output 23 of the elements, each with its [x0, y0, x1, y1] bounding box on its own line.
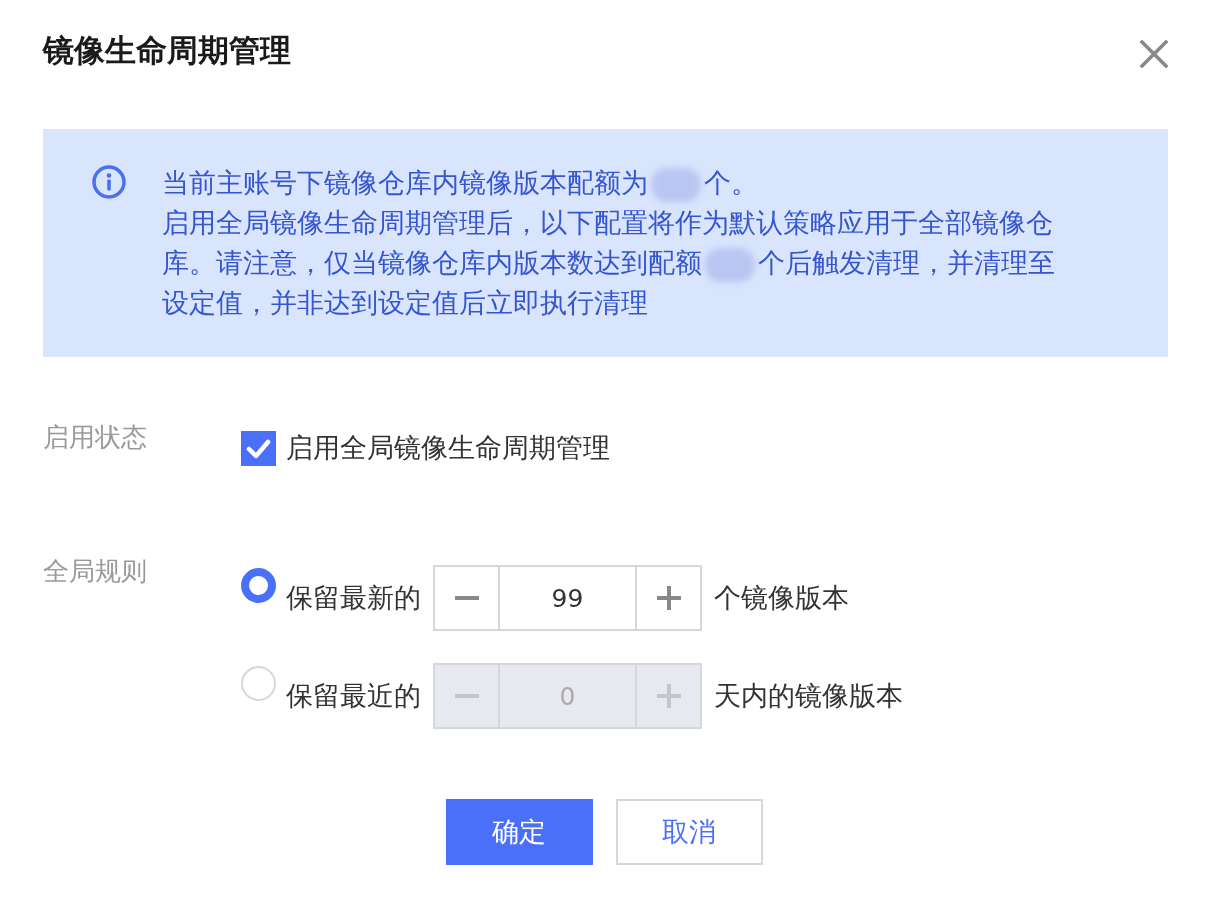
- plus-icon: [656, 684, 681, 708]
- checkbox[interactable]: [241, 430, 276, 466]
- dialog-title: 镜像生命周期管理: [43, 31, 291, 70]
- radio-label: 保留最新的: [286, 581, 421, 615]
- notice-text: 当前主账号下镜像仓库内镜像版本配额为 个。: [162, 163, 1062, 203]
- cancel-button[interactable]: 取消: [615, 799, 763, 865]
- field-label: 全局规则: [43, 555, 147, 588]
- minus-icon: [454, 694, 479, 698]
- increment-button[interactable]: [635, 565, 702, 631]
- number-input[interactable]: 99: [500, 565, 635, 631]
- radio-button[interactable]: [241, 568, 276, 603]
- radio-label: 保留最近的: [286, 679, 421, 713]
- info-icon: [92, 165, 126, 199]
- checkbox-label: 启用全局镜像生命周期管理: [286, 431, 610, 465]
- plus-icon: [656, 586, 681, 610]
- field-label: 启用状态: [43, 421, 147, 454]
- unit-label: 个镜像版本: [714, 581, 849, 615]
- close-icon[interactable]: [1140, 40, 1168, 68]
- minus-icon: [454, 596, 479, 600]
- decrement-button[interactable]: [433, 565, 500, 631]
- notice-text: 启用全局镜像生命周期管理后，以下配置将作为默认策略应用于全部镜像仓库。请注意，仅当镜像仓库内版本数达到配额 个后触发清理，并清理至设定值，并非达到设定值后立即执行清理: [162, 206, 1056, 320]
- confirm-button[interactable]: 确定: [445, 799, 593, 865]
- unit-label: 天内的镜像版本: [714, 679, 903, 713]
